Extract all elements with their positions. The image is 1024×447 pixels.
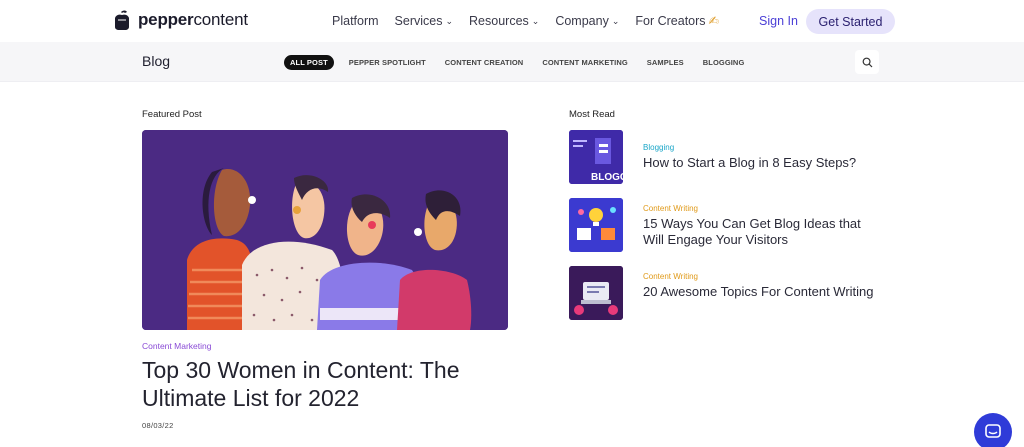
most-read-category[interactable]: Blogging — [643, 143, 674, 152]
chat-icon — [985, 424, 1001, 438]
chevron-down-icon: ⌄ — [531, 16, 540, 26]
sign-in-link[interactable]: Sign In — [759, 14, 798, 28]
category-content-creation[interactable]: CONTENT CREATION — [445, 58, 524, 67]
most-read-item[interactable]: BLOGG Blogging How to Start a Blog in 8 … — [569, 130, 889, 185]
category-all-post[interactable]: ALL POST — [284, 55, 334, 70]
nav-platform[interactable]: Platform — [332, 13, 379, 28]
category-pepper-spotlight[interactable]: PEPPER SPOTLIGHT — [349, 58, 426, 67]
chevron-down-icon: ⌄ — [445, 16, 454, 26]
most-read-category[interactable]: Content Writing — [643, 204, 698, 213]
category-content-marketing[interactable]: CONTENT MARKETING — [542, 58, 627, 67]
most-read-title[interactable]: 20 Awesome Topics For Content Writing — [643, 284, 883, 300]
featured-post-category[interactable]: Content Marketing — [142, 341, 211, 351]
nav-company[interactable]: Company ⌄ — [555, 13, 619, 28]
ideas-thumbnail-icon — [569, 198, 623, 252]
category-filters: ALL POST PEPPER SPOTLIGHT CONTENT CREATI… — [284, 55, 763, 70]
brand-wordmark: peppercontent — [138, 10, 248, 29]
most-read-item[interactable]: Content Writing 15 Ways You Can Get Blog… — [569, 198, 889, 253]
nav-services[interactable]: Services ⌄ — [395, 13, 453, 28]
most-read-title[interactable]: 15 Ways You Can Get Blog Ideas that Will… — [643, 216, 883, 248]
top-navbar: peppercontent Platform Services ⌄ Resourc… — [0, 0, 1024, 42]
topics-thumbnail-icon — [569, 266, 623, 320]
featured-post-label: Featured Post — [142, 109, 202, 120]
chevron-down-icon: ⌄ — [611, 16, 620, 26]
brand-logo[interactable]: peppercontent — [112, 9, 248, 31]
search-button[interactable] — [855, 50, 879, 74]
women-illustration — [142, 130, 508, 330]
article-thumbnail[interactable]: BLOGG — [569, 130, 623, 184]
blogging-thumbnail-icon: BLOGG — [569, 130, 623, 184]
most-read-item[interactable]: Content Writing 20 Awesome Topics For Co… — [569, 266, 889, 321]
blog-subnav: Blog ALL POST PEPPER SPOTLIGHT CONTENT C… — [0, 42, 1024, 82]
most-read-title[interactable]: How to Start a Blog in 8 Easy Steps? — [643, 155, 883, 171]
featured-post-date: 08/03/22 — [142, 421, 174, 430]
thumbnail-text: BLOGG — [591, 172, 623, 183]
category-blogging[interactable]: BLOGGING — [703, 58, 745, 67]
get-started-button[interactable]: Get Started — [806, 9, 895, 34]
category-samples[interactable]: SAMPLES — [647, 58, 684, 67]
chat-widget-button[interactable] — [974, 413, 1012, 447]
most-read-category[interactable]: Content Writing — [643, 272, 698, 281]
main-nav: Platform Services ⌄ Resources ⌄ Company ⌄ F… — [332, 13, 735, 29]
nav-resources[interactable]: Resources ⌄ — [469, 13, 539, 28]
article-thumbnail[interactable] — [569, 198, 623, 252]
pepper-logo-icon — [115, 10, 129, 30]
writing-hand-icon: ✍ — [708, 14, 720, 28]
article-thumbnail[interactable] — [569, 266, 623, 320]
featured-post-image[interactable] — [142, 130, 508, 330]
blog-heading: Blog — [142, 53, 171, 69]
nav-for-creators[interactable]: For Creators ✍ — [635, 13, 720, 29]
featured-post-title[interactable]: Top 30 Women in Content: The Ultimate Li… — [142, 356, 522, 412]
most-read-label: Most Read — [569, 109, 615, 120]
search-icon — [862, 57, 872, 67]
